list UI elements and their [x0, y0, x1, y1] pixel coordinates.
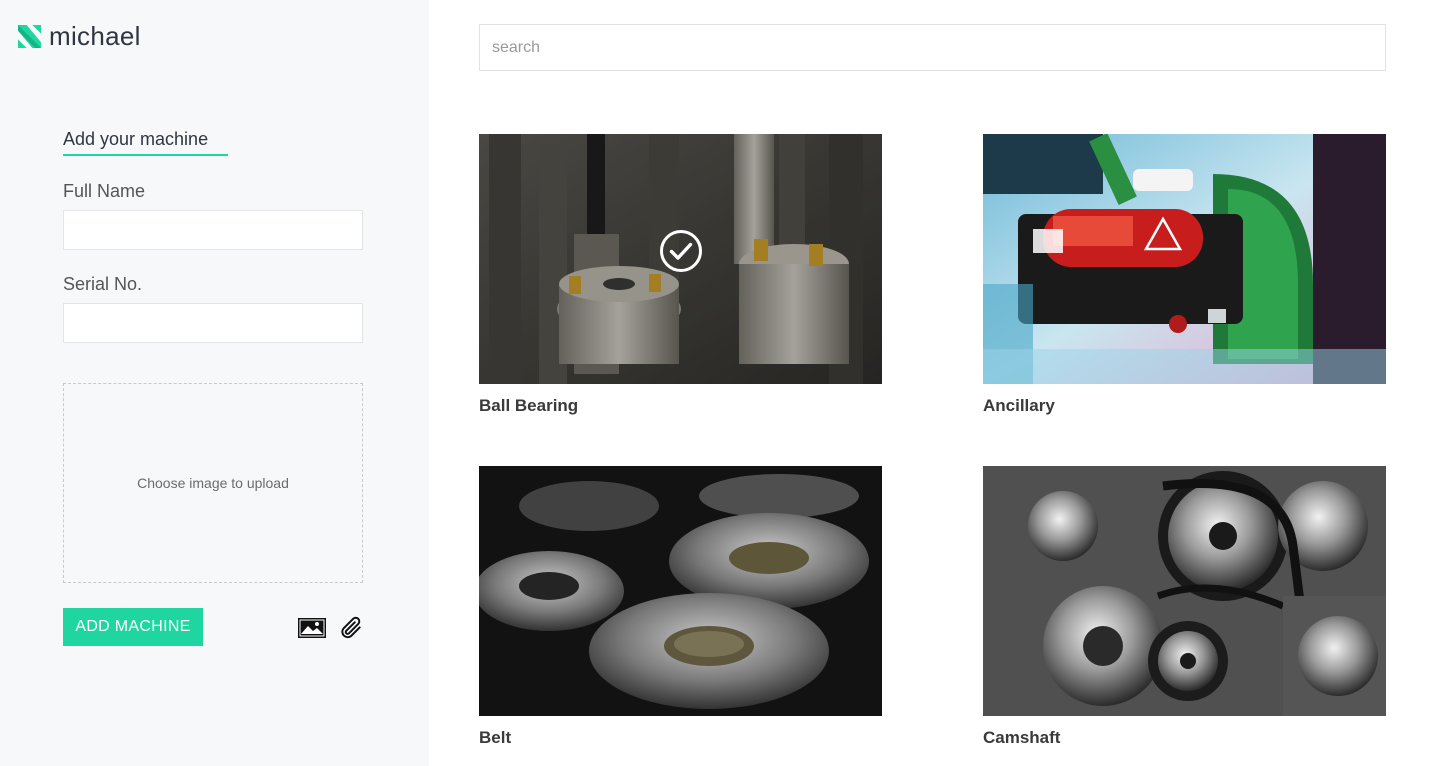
ancillary-photo: [983, 134, 1386, 384]
serial-no-label: Serial No.: [63, 274, 143, 294]
paperclip-icon[interactable]: [338, 615, 364, 641]
machine-title: Belt: [479, 728, 512, 747]
sidebar: michael Add your machine Full Name Seria…: [0, 0, 429, 766]
machine-card-ball-bearing[interactable]: Ball Bearing: [479, 134, 882, 416]
form-heading: Add your machine: [63, 129, 209, 149]
image-upload-dropzone[interactable]: Choose image to upload: [63, 383, 363, 583]
machine-title: Ancillary: [983, 396, 1055, 415]
machine-card-belt[interactable]: Belt: [479, 466, 882, 748]
machine-image: [479, 466, 882, 716]
machine-card-ancillary[interactable]: Ancillary: [983, 134, 1386, 416]
search-input[interactable]: [479, 24, 1386, 71]
form-heading-underline: [63, 154, 228, 156]
brand-logo[interactable]: michael: [18, 22, 141, 50]
add-machine-button[interactable]: ADD MACHINE: [63, 608, 203, 646]
upload-prompt: Choose image to upload: [137, 475, 289, 491]
full-name-label: Full Name: [63, 181, 146, 201]
machine-image: [479, 134, 882, 384]
machine-image: [983, 466, 1386, 716]
machine-title: Ball Bearing: [479, 396, 579, 415]
belt-photo: [479, 466, 882, 716]
brand-logo-icon: [18, 24, 41, 48]
camshaft-photo: [983, 466, 1386, 716]
check-circle-icon: [660, 230, 702, 272]
machine-card-camshaft[interactable]: Camshaft: [983, 466, 1386, 748]
full-name-input[interactable]: [63, 210, 363, 250]
brand-name: michael: [49, 21, 141, 51]
image-icon[interactable]: [298, 618, 326, 638]
serial-no-input[interactable]: [63, 303, 363, 343]
machine-image: [983, 134, 1386, 384]
machine-title: Camshaft: [983, 728, 1061, 747]
